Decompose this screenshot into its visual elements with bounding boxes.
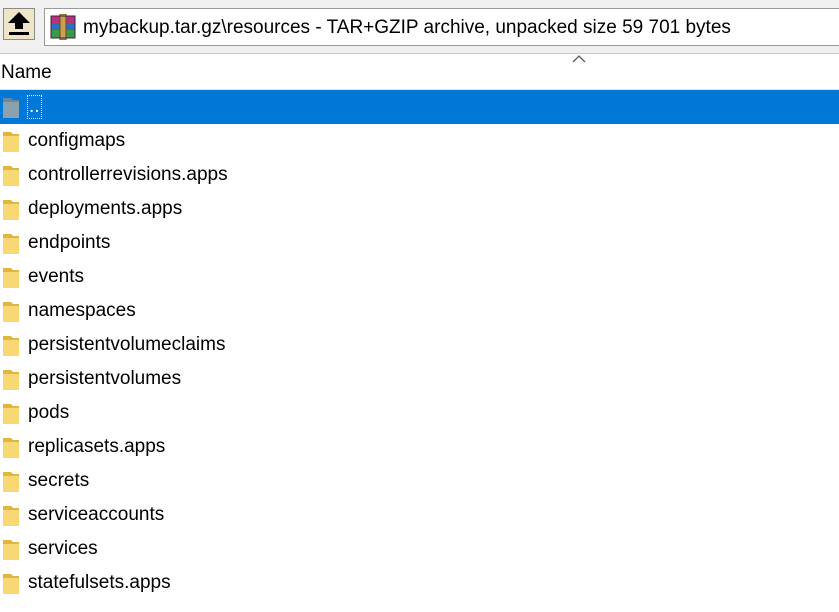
- up-arrow-icon: [4, 9, 34, 39]
- folder-icon: [3, 574, 19, 594]
- item-name: serviceaccounts: [28, 504, 165, 525]
- folder-icon: [3, 268, 19, 288]
- column-header-name[interactable]: Name: [1, 62, 52, 84]
- list-item[interactable]: statefulsets.apps: [0, 566, 839, 600]
- item-name: endpoints: [28, 232, 111, 253]
- list-item[interactable]: controllerrevisions.apps: [0, 158, 839, 192]
- list-item[interactable]: pods: [0, 396, 839, 430]
- item-name: services: [28, 538, 98, 559]
- file-list: .. configmaps controllerrevisions.apps depl…: [0, 90, 839, 600]
- up-one-level-button[interactable]: [3, 8, 35, 40]
- folder-icon: [3, 132, 19, 152]
- list-item[interactable]: endpoints: [0, 226, 839, 260]
- item-name: statefulsets.apps: [28, 572, 171, 593]
- folder-icon: [3, 200, 19, 220]
- address-toolbar: mybackup.tar.gz\resources - TAR+GZIP arc…: [0, 0, 839, 54]
- address-path-text: mybackup.tar.gz\resources - TAR+GZIP arc…: [83, 17, 731, 38]
- list-item[interactable]: events: [0, 260, 839, 294]
- item-name: events: [28, 266, 84, 287]
- folder-icon: [3, 438, 19, 458]
- list-item[interactable]: serviceaccounts: [0, 498, 839, 532]
- item-name: persistentvolumeclaims: [28, 334, 226, 355]
- winrar-archive-icon: [50, 14, 76, 40]
- folder-icon: [3, 370, 19, 390]
- folder-icon: [3, 506, 19, 526]
- list-item[interactable]: replicasets.apps: [0, 430, 839, 464]
- parent-directory-row[interactable]: ..: [0, 90, 839, 124]
- item-name: persistentvolumes: [28, 368, 182, 389]
- folder-icon: [3, 472, 19, 492]
- item-name: deployments.apps: [28, 198, 183, 219]
- parent-folder-icon: [3, 98, 19, 118]
- folder-icon: [3, 166, 19, 186]
- item-name: secrets: [28, 470, 90, 491]
- item-name: pods: [28, 402, 70, 423]
- list-item[interactable]: namespaces: [0, 294, 839, 328]
- folder-icon: [3, 336, 19, 356]
- list-header: Name: [0, 54, 839, 90]
- file-browser-window: mybackup.tar.gz\resources - TAR+GZIP arc…: [0, 0, 839, 612]
- item-name: configmaps: [28, 130, 126, 151]
- list-item[interactable]: persistentvolumes: [0, 362, 839, 396]
- folder-icon: [3, 404, 19, 424]
- folder-icon: [3, 234, 19, 254]
- list-item[interactable]: services: [0, 532, 839, 566]
- folder-icon: [3, 540, 19, 560]
- address-field[interactable]: mybackup.tar.gz\resources - TAR+GZIP arc…: [44, 8, 839, 46]
- item-name: controllerrevisions.apps: [28, 164, 228, 185]
- folder-icon: [3, 302, 19, 322]
- item-name: namespaces: [28, 300, 136, 321]
- list-item[interactable]: secrets: [0, 464, 839, 498]
- sort-ascending-caret-icon: [572, 55, 586, 63]
- item-name: ..: [27, 95, 42, 119]
- list-item[interactable]: configmaps: [0, 124, 839, 158]
- list-item[interactable]: persistentvolumeclaims: [0, 328, 839, 362]
- list-item[interactable]: deployments.apps: [0, 192, 839, 226]
- item-name: replicasets.apps: [28, 436, 166, 457]
